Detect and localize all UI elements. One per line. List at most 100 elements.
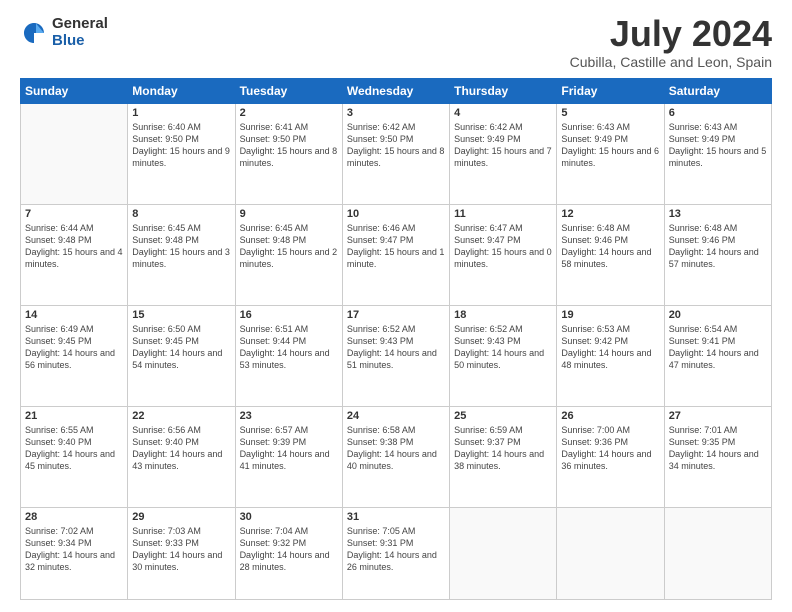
cell-info: Sunrise: 6:45 AM Sunset: 9:48 PM Dayligh…: [132, 222, 230, 271]
weekday-header: Friday: [557, 79, 664, 104]
day-number: 8: [132, 208, 230, 220]
calendar-cell: 19 Sunrise: 6:53 AM Sunset: 9:42 PM Dayli…: [557, 305, 664, 406]
calendar-cell: 4Sunrise: 6:42 AM Sunset: 9:49 PM Daylig…: [450, 104, 557, 205]
calendar-cell: 8 Sunrise: 6:45 AM Sunset: 9:48 PM Daylig…: [128, 204, 235, 305]
cell-info: Sunrise: 6:52 AM Sunset: 9:43 PM Dayligh…: [454, 323, 552, 372]
calendar-week-row: 14Sunrise: 6:49 AM Sunset: 9:45 PM Dayli…: [21, 305, 772, 406]
calendar-cell: 12 Sunrise: 6:48 AM Sunset: 9:46 PM Dayli…: [557, 204, 664, 305]
logo-text: General Blue: [52, 16, 108, 49]
calendar-cell: 11 Sunrise: 6:47 AM Sunset: 9:47 PM Dayli…: [450, 204, 557, 305]
calendar-cell: 24 Sunrise: 6:58 AM Sunset: 9:38 PM Dayli…: [342, 406, 449, 507]
calendar-cell: 22Sunrise: 6:56 AM Sunset: 9:40 PM Dayli…: [128, 406, 235, 507]
day-number: 4: [454, 107, 552, 119]
calendar-cell: [664, 507, 771, 599]
day-number: 23: [240, 410, 338, 422]
cell-info: Sunrise: 6:54 AM Sunset: 9:41 PM Dayligh…: [669, 323, 767, 372]
calendar-body: 1 Sunrise: 6:40 AM Sunset: 9:50 PM Daylig…: [21, 104, 772, 600]
calendar-cell: 28 Sunrise: 7:02 AM Sunset: 9:34 PM Dayli…: [21, 507, 128, 599]
calendar-table: SundayMondayTuesdayWednesdayThursdayFrid…: [20, 78, 772, 600]
cell-info: Sunrise: 6:51 AM Sunset: 9:44 PM Dayligh…: [240, 323, 338, 372]
cell-info: Sunrise: 7:00 AM Sunset: 9:36 PM Dayligh…: [561, 424, 659, 473]
cell-info: Sunrise: 6:47 AM Sunset: 9:47 PM Dayligh…: [454, 222, 552, 271]
calendar-cell: 13Sunrise: 6:48 AM Sunset: 9:46 PM Dayli…: [664, 204, 771, 305]
weekday-header: Monday: [128, 79, 235, 104]
day-number: 28: [25, 511, 123, 523]
day-number: 5: [561, 107, 659, 119]
calendar-cell: 6 Sunrise: 6:43 AM Sunset: 9:49 PM Daylig…: [664, 104, 771, 205]
calendar-week-row: 28 Sunrise: 7:02 AM Sunset: 9:34 PM Dayli…: [21, 507, 772, 599]
cell-info: Sunrise: 6:53 AM Sunset: 9:42 PM Dayligh…: [561, 323, 659, 372]
day-number: 21: [25, 410, 123, 422]
calendar-cell: 21 Sunrise: 6:55 AM Sunset: 9:40 PM Dayli…: [21, 406, 128, 507]
calendar-week-row: 7 Sunrise: 6:44 AM Sunset: 9:48 PM Daylig…: [21, 204, 772, 305]
day-number: 7: [25, 208, 123, 220]
weekday-header: Wednesday: [342, 79, 449, 104]
cell-info: Sunrise: 6:48 AM Sunset: 9:46 PM Dayligh…: [561, 222, 659, 271]
logo-icon: [20, 19, 48, 47]
cell-info: Sunrise: 6:50 AM Sunset: 9:45 PM Dayligh…: [132, 323, 230, 372]
day-number: 3: [347, 107, 445, 119]
day-number: 24: [347, 410, 445, 422]
title-block: July 2024 Cubilla, Castille and Leon, Sp…: [570, 16, 772, 70]
calendar-cell: 26 Sunrise: 7:00 AM Sunset: 9:36 PM Dayli…: [557, 406, 664, 507]
page: General Blue July 2024 Cubilla, Castille…: [0, 0, 792, 612]
calendar-cell: [557, 507, 664, 599]
calendar-cell: 30 Sunrise: 7:04 AM Sunset: 9:32 PM Dayli…: [235, 507, 342, 599]
calendar-cell: 3Sunrise: 6:42 AM Sunset: 9:50 PM Daylig…: [342, 104, 449, 205]
weekday-header: Sunday: [21, 79, 128, 104]
calendar-cell: 17Sunrise: 6:52 AM Sunset: 9:43 PM Dayli…: [342, 305, 449, 406]
day-number: 6: [669, 107, 767, 119]
day-number: 10: [347, 208, 445, 220]
calendar-week-row: 1 Sunrise: 6:40 AM Sunset: 9:50 PM Daylig…: [21, 104, 772, 205]
day-number: 11: [454, 208, 552, 220]
location: Cubilla, Castille and Leon, Spain: [570, 54, 772, 70]
cell-info: Sunrise: 6:55 AM Sunset: 9:40 PM Dayligh…: [25, 424, 123, 473]
logo-general: General: [52, 16, 108, 33]
month-title: July 2024: [570, 16, 772, 52]
day-number: 2: [240, 107, 338, 119]
cell-info: Sunrise: 6:40 AM Sunset: 9:50 PM Dayligh…: [132, 121, 230, 170]
cell-info: Sunrise: 6:44 AM Sunset: 9:48 PM Dayligh…: [25, 222, 123, 271]
cell-info: Sunrise: 7:02 AM Sunset: 9:34 PM Dayligh…: [25, 525, 123, 574]
cell-info: Sunrise: 6:46 AM Sunset: 9:47 PM Dayligh…: [347, 222, 445, 271]
cell-info: Sunrise: 6:43 AM Sunset: 9:49 PM Dayligh…: [561, 121, 659, 170]
day-number: 9: [240, 208, 338, 220]
cell-info: Sunrise: 6:57 AM Sunset: 9:39 PM Dayligh…: [240, 424, 338, 473]
cell-info: Sunrise: 7:03 AM Sunset: 9:33 PM Dayligh…: [132, 525, 230, 574]
calendar-cell: 23 Sunrise: 6:57 AM Sunset: 9:39 PM Dayli…: [235, 406, 342, 507]
calendar-cell: 10 Sunrise: 6:46 AM Sunset: 9:47 PM Dayli…: [342, 204, 449, 305]
day-number: 19: [561, 309, 659, 321]
calendar-cell: 7 Sunrise: 6:44 AM Sunset: 9:48 PM Daylig…: [21, 204, 128, 305]
calendar-cell: [450, 507, 557, 599]
cell-info: Sunrise: 6:56 AM Sunset: 9:40 PM Dayligh…: [132, 424, 230, 473]
day-number: 31: [347, 511, 445, 523]
calendar-cell: 18 Sunrise: 6:52 AM Sunset: 9:43 PM Dayli…: [450, 305, 557, 406]
day-number: 16: [240, 309, 338, 321]
day-number: 18: [454, 309, 552, 321]
calendar-cell: 29 Sunrise: 7:03 AM Sunset: 9:33 PM Dayli…: [128, 507, 235, 599]
weekday-header: Saturday: [664, 79, 771, 104]
weekday-header: Tuesday: [235, 79, 342, 104]
calendar-week-row: 21 Sunrise: 6:55 AM Sunset: 9:40 PM Dayli…: [21, 406, 772, 507]
day-number: 15: [132, 309, 230, 321]
calendar-cell: 5 Sunrise: 6:43 AM Sunset: 9:49 PM Daylig…: [557, 104, 664, 205]
day-number: 14: [25, 309, 123, 321]
calendar-cell: 31Sunrise: 7:05 AM Sunset: 9:31 PM Dayli…: [342, 507, 449, 599]
day-number: 29: [132, 511, 230, 523]
calendar-cell: [21, 104, 128, 205]
cell-info: Sunrise: 7:04 AM Sunset: 9:32 PM Dayligh…: [240, 525, 338, 574]
day-number: 20: [669, 309, 767, 321]
day-number: 25: [454, 410, 552, 422]
cell-info: Sunrise: 6:43 AM Sunset: 9:49 PM Dayligh…: [669, 121, 767, 170]
calendar-cell: 25 Sunrise: 6:59 AM Sunset: 9:37 PM Dayli…: [450, 406, 557, 507]
day-number: 26: [561, 410, 659, 422]
cell-info: Sunrise: 6:59 AM Sunset: 9:37 PM Dayligh…: [454, 424, 552, 473]
day-number: 30: [240, 511, 338, 523]
day-number: 1: [132, 107, 230, 119]
day-number: 12: [561, 208, 659, 220]
calendar-cell: 2Sunrise: 6:41 AM Sunset: 9:50 PM Daylig…: [235, 104, 342, 205]
cell-info: Sunrise: 6:58 AM Sunset: 9:38 PM Dayligh…: [347, 424, 445, 473]
cell-info: Sunrise: 7:01 AM Sunset: 9:35 PM Dayligh…: [669, 424, 767, 473]
calendar-cell: 14Sunrise: 6:49 AM Sunset: 9:45 PM Dayli…: [21, 305, 128, 406]
cell-info: Sunrise: 6:45 AM Sunset: 9:48 PM Dayligh…: [240, 222, 338, 271]
